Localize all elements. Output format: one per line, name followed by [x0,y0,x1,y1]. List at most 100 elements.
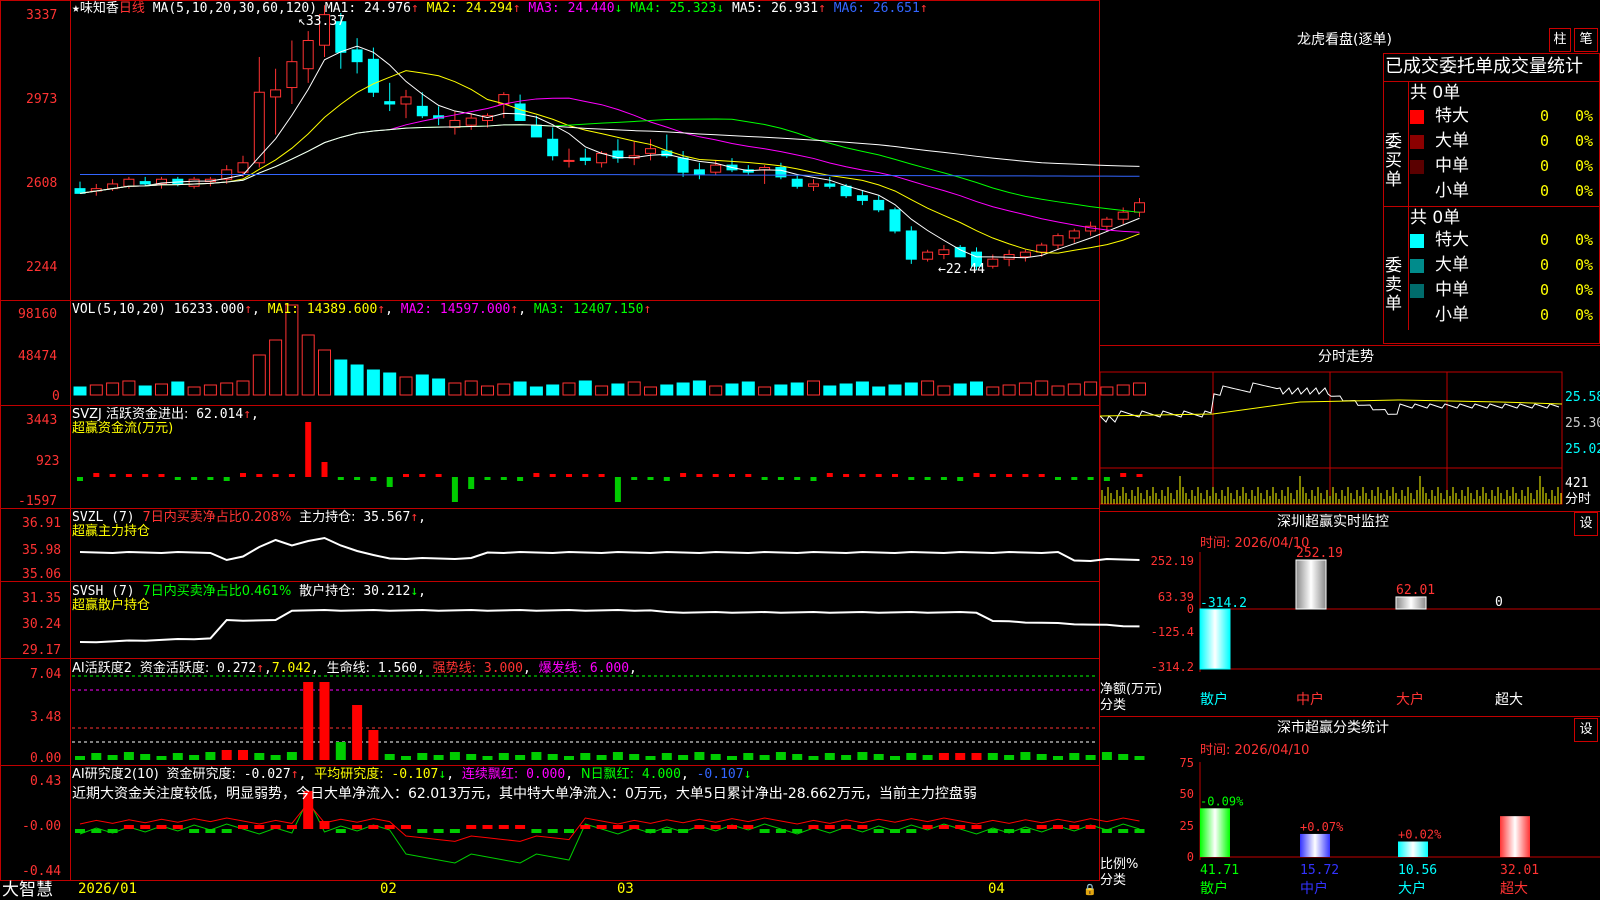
fund-flow-bar [875,474,882,477]
volume-bar [970,381,983,396]
lock-icon[interactable]: 🔒 [1083,882,1097,897]
fund-flow-bar [549,474,556,477]
axis-tick: 36.91 [22,516,62,531]
x-label-mar: 03 [617,881,634,897]
activity-bar [971,753,982,760]
activity-bar [303,682,314,760]
fund-flow-bar [745,474,752,477]
activity-bar [678,755,689,760]
down-arrow-icon: ↓ [716,1,725,16]
research-bar [596,825,607,829]
axis-tick: 3443 [26,413,58,428]
class-change: +0.02% [1398,828,1442,842]
row-count: 0 [1540,256,1550,274]
activity-bar [1053,756,1063,760]
activity-bar [466,754,477,760]
volume-bar [807,380,820,396]
research-bar [515,825,526,829]
fund-flow-legend: SVZJ 活跃资金进出: 62.014↑, [72,407,259,422]
fund-flow-bar [419,474,426,477]
research-bar [792,829,803,833]
activity-bar [401,756,411,760]
activity-bar [221,750,232,760]
volume-bar [578,380,592,396]
volume-bar [285,304,299,396]
fund-flow-sub: 超赢资金流(万元) [72,421,174,436]
ai-research-comment: 近期大资金关注度较低，明显弱势，今日大单净流入：62.013万元，其中特大单净流… [72,786,977,802]
candle-body [367,58,379,93]
volume-bar [725,383,739,396]
fund-flow-bar [810,477,817,481]
activity-bar [743,753,754,760]
activity-bar [955,753,966,760]
candle-body [840,185,852,197]
period-label[interactable]: 日线 [119,1,145,16]
candle-body [938,249,950,255]
monitor-value: 0 [1495,595,1503,610]
volume-bar [529,386,543,396]
activity-bar [792,754,803,760]
class-bar [1200,808,1230,857]
class-bar [1500,816,1530,857]
monitor-tick: -125.4 [1151,625,1194,639]
x-label-jan: 2026/01 [78,881,138,897]
candle-body [384,101,396,105]
fund-flow-bar [354,477,361,480]
intraday-chart[interactable] [1100,368,1600,518]
intraday-vol-label: 分时 [1565,492,1592,507]
research-bar [1069,825,1080,829]
ma-line-10 [79,70,1140,254]
fund-flow-bar [272,474,279,477]
research-bar [1036,825,1047,829]
research-bar [824,825,835,829]
fund-flow-bar [517,477,524,481]
monitor-value: 252.19 [1296,546,1343,561]
activity-bar [531,752,542,760]
fund-flow-bar [93,473,100,477]
ai-activity-legend: AI活跃度2 资金活跃度: 0.272↑,7.042, 生命线: 1.560, … [72,661,637,676]
research-bar [205,829,216,833]
fund-flow-bar [1055,477,1061,480]
activity-bar [987,753,998,760]
research-bar [727,825,737,829]
tab-bar[interactable]: 柱 [1549,28,1571,52]
fund-flow-bar [989,474,996,477]
favorite-star-icon[interactable]: ★ [72,1,80,16]
axis-tick: 29.17 [22,643,62,658]
axis-tick: -0.00 [22,819,62,834]
activity-bar [808,756,819,760]
fund-flow-bar [386,477,393,487]
research-bar [938,825,949,829]
volume-bar [432,378,446,396]
research-bar [971,825,982,829]
class-tick: 25 [1180,819,1194,833]
sz-monitor-chart: 252.1963.390-125.4-314.2-314.2散户252.19中户… [1151,546,1600,708]
candle-body [987,258,999,267]
volume-bar [627,381,641,396]
fund-flow-bar [631,477,638,480]
tab-tick[interactable]: 笔 [1574,28,1598,52]
fund-flow-bar [761,477,768,480]
fund-flow-bar [843,474,850,477]
research-bar [335,829,346,833]
row-label: 中单 [1435,280,1469,300]
research-bar [906,829,917,833]
volume-bar [839,383,853,396]
volume-bar [334,359,348,396]
volume-bar [366,369,380,396]
candle-body [416,105,428,117]
research-bar [156,825,167,829]
volume-bars [73,304,1146,396]
class-bar [1398,841,1428,857]
fund-flow-bar [1022,474,1029,477]
monitor-value: 62.01 [1396,583,1435,598]
research-bar [531,829,542,833]
research-bar [694,825,705,829]
up-arrow-icon: ↑ [818,1,826,16]
research-bar [449,829,460,833]
research-bar [678,829,689,833]
class-category: 散户 [1200,880,1228,897]
volume-bar [676,382,690,396]
candle-body [351,49,363,63]
fund-flow-bar [435,474,442,477]
